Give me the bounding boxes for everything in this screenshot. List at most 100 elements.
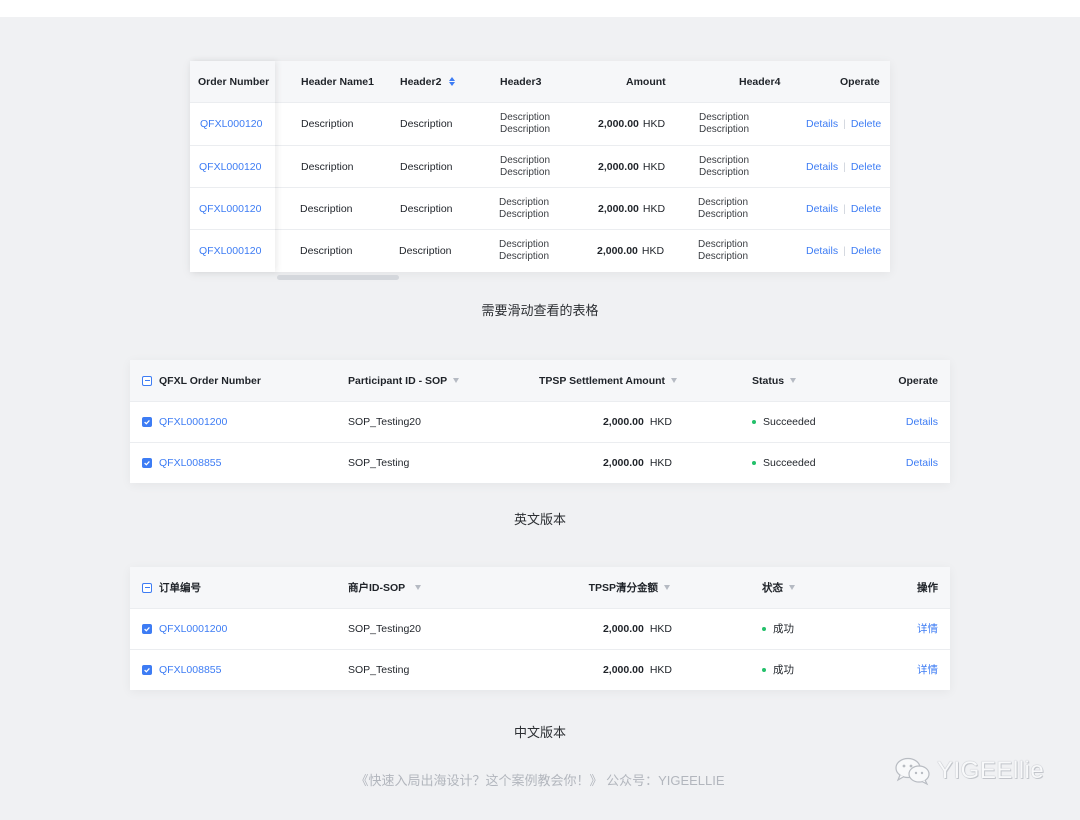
currency: HKD (649, 415, 672, 428)
caption-chinese: 中文版本 (513, 725, 566, 740)
cell-operate: Details | Delete (806, 188, 881, 229)
caption-scroll-table: 需要滑动查看的表格 (481, 303, 599, 318)
filter-icon[interactable] (664, 585, 670, 590)
filter-icon[interactable] (415, 585, 422, 590)
cell-name: Description (301, 117, 354, 130)
table-header-row: Order Number Header Name1 Header2 Header… (190, 61, 890, 102)
currency: HKD (642, 202, 666, 215)
cell-h3: Description Description (499, 230, 549, 272)
details-link[interactable]: Details (806, 203, 838, 215)
status-text: Succeeded (763, 415, 816, 428)
header-order-label: 订单编号 (159, 582, 201, 594)
wechat-icon (895, 757, 930, 786)
table-row: QFXL0001200 SOP_Testing20 2,000.00 HKD 成功… (130, 608, 950, 649)
currency: HKD (642, 117, 666, 130)
header-participant-label: 商户ID-SOP (348, 582, 406, 594)
cell-h3-line2: Description (499, 208, 550, 220)
details-link[interactable]: Details (806, 161, 838, 173)
table-row: QFXL000120 Description Description Descr… (190, 188, 890, 229)
checkbox-icon[interactable] (142, 416, 152, 427)
details-link[interactable]: Details (806, 245, 838, 257)
cell-participant: SOP_Testing20 (348, 415, 421, 428)
cell-h3: Description Description (500, 146, 550, 187)
filter-icon[interactable] (789, 585, 795, 590)
header-order-number: Order Number (198, 75, 270, 88)
details-link[interactable]: Details (806, 118, 838, 130)
delete-link[interactable]: Delete (851, 118, 881, 130)
details-link[interactable]: Details (906, 401, 938, 442)
cell-operate: Details | Delete (806, 146, 881, 187)
delete-link[interactable]: Delete (851, 203, 881, 215)
order-link[interactable]: QFXL000120 (199, 230, 261, 272)
delete-link[interactable]: Delete (851, 161, 881, 173)
cell-amount: 2,000.00 HKD (603, 649, 672, 690)
details-link[interactable]: 详情 (917, 608, 938, 649)
cell-participant: SOP_Testing (348, 456, 410, 469)
cell-h4-line1: Description (699, 154, 750, 166)
horizontal-scrollbar[interactable] (277, 275, 399, 280)
order-link[interactable]: QFXL000120 (199, 188, 261, 229)
top-white-band (0, 0, 1080, 17)
cell-h2: Description (399, 245, 452, 257)
header-participant: Participant ID - SOP (348, 360, 460, 401)
watermark-text: YIGEEllie (937, 757, 1045, 784)
cell-h3-line1: Description (499, 239, 550, 250)
amount-value: 2,000.00 (602, 663, 644, 676)
order-link[interactable]: QFXL008855 (159, 664, 221, 676)
details-link[interactable]: 详情 (917, 649, 938, 690)
header-participant: 商户ID-SOP (348, 567, 422, 608)
order-link[interactable]: QFXL000120 (200, 103, 262, 144)
cell-amount: 2,000.00 HKD (598, 103, 665, 144)
amount-value: 2,000.00 (602, 622, 644, 635)
delete-link[interactable]: Delete (851, 245, 881, 257)
divider: | (843, 245, 846, 257)
header-status-label: 状态 (762, 582, 783, 594)
cell-h4-line2: Description (699, 166, 750, 178)
status-text: Succeeded (763, 456, 816, 469)
header-status: 状态 (762, 567, 795, 608)
cell-participant: SOP_Testing (348, 663, 410, 676)
order-link[interactable]: QFXL008855 (159, 457, 221, 469)
divider: | (843, 160, 846, 173)
header-4: Header4 (739, 75, 781, 88)
cell-name: Description (300, 202, 353, 215)
cell-status: 成功 (762, 649, 794, 690)
status-dot-icon (762, 626, 766, 631)
checkbox-icon[interactable] (142, 623, 152, 634)
status-text: 成功 (773, 664, 794, 676)
cell-h2: Description (400, 202, 453, 215)
checkbox-icon[interactable] (142, 457, 152, 468)
table-header-row: QFXL Order Number Participant ID - SOP T… (130, 360, 950, 401)
filter-icon[interactable] (790, 378, 797, 383)
cell-h4: Description Description (698, 230, 748, 272)
header-participant-label: Participant ID - SOP (348, 374, 448, 387)
details-link[interactable]: Details (906, 442, 938, 483)
order-link[interactable]: QFXL000120 (199, 146, 261, 187)
cell-amount: 2,000.00 HKD (603, 401, 672, 442)
order-link[interactable]: QFXL0001200 (159, 416, 227, 428)
header-2[interactable]: Header2 (400, 61, 456, 102)
cell-name: Description (300, 245, 353, 257)
currency: HKD (649, 456, 672, 469)
filter-icon[interactable] (453, 378, 460, 383)
select-all-checkbox-icon[interactable] (142, 375, 152, 386)
checkbox-icon[interactable] (142, 664, 152, 675)
cell-h4: Description Description (699, 103, 749, 144)
cell-h3-line2: Description (499, 251, 550, 262)
cell-amount: 2,000.00 HKD (597, 230, 664, 272)
table-header-row: 订单编号 商户ID-SOP TPSP清分金额 状态 操作 (130, 567, 950, 608)
amount-value: 2,000.00 (598, 160, 639, 173)
scrollable-table: Order Number Header Name1 Header2 Header… (190, 61, 890, 272)
table-row: QFXL000120 Description Description Descr… (190, 103, 890, 144)
cell-order: QFXL008855 (142, 649, 221, 690)
filter-icon[interactable] (671, 378, 678, 383)
status-dot-icon (762, 667, 766, 672)
select-all-checkbox-icon[interactable] (142, 582, 152, 593)
cell-h3-line1: Description (500, 154, 551, 166)
currency: HKD (649, 663, 672, 676)
order-link[interactable]: QFXL0001200 (159, 623, 227, 635)
amount-value: 2,000.00 (598, 202, 639, 215)
cell-h3: Description Description (500, 103, 550, 144)
sort-icon[interactable] (449, 77, 456, 86)
cell-h4-line1: Description (699, 111, 750, 123)
